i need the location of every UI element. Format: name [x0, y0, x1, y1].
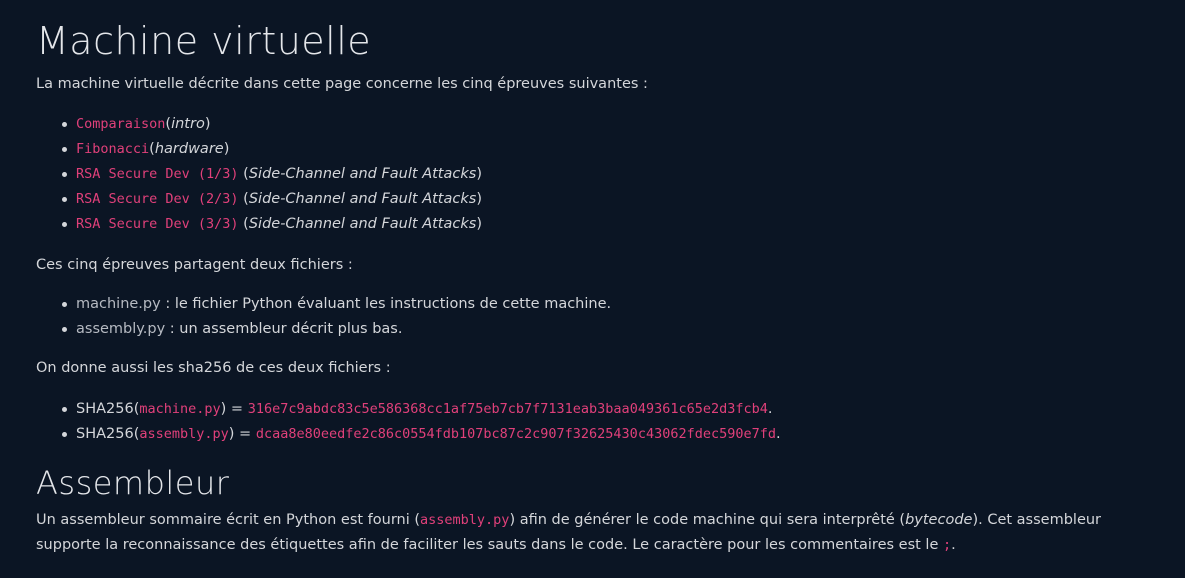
inline-code-assembly: assembly.py: [420, 512, 510, 528]
list-item: RSA Secure Dev (2/3) (Side-Channel and F…: [62, 187, 482, 212]
files-intro-paragraph: Ces cinq épreuves partagent deux fichier…: [36, 257, 353, 273]
assembler-paragraph: Un assembleur sommaire écrit en Python e…: [36, 508, 1146, 558]
challenges-list: Comparaison(intro) Fibonacci(hardware) R…: [62, 112, 482, 237]
hash-equals: ) =: [220, 401, 248, 417]
challenge-category: Side-Channel and Fault Attacks: [248, 216, 477, 232]
hash-file-name: machine.py: [139, 401, 221, 417]
challenge-link[interactable]: RSA Secure Dev (3/3): [76, 216, 239, 232]
challenge-link[interactable]: RSA Secure Dev (2/3): [76, 191, 239, 207]
list-item: Comparaison(intro): [62, 112, 482, 137]
paren: ): [476, 191, 482, 207]
challenge-link[interactable]: RSA Secure Dev (1/3): [76, 166, 239, 182]
text-span: ) afin de générer le code machine qui se…: [509, 512, 906, 528]
hash-equals: ) =: [228, 426, 256, 442]
paren: ): [476, 166, 482, 182]
heading-assembleur: Assembleur: [36, 464, 230, 502]
file-link-assembly[interactable]: assembly.py: [76, 321, 165, 337]
hash-prefix: SHA256(: [76, 426, 140, 442]
list-item: assembly.py : un assembleur décrit plus …: [61, 317, 611, 342]
hashes-list: SHA256(machine.py) = 316e7c9abdc83c5e586…: [62, 397, 781, 447]
file-link-machine[interactable]: machine.py: [76, 296, 161, 312]
list-item: RSA Secure Dev (3/3) (Side-Channel and F…: [62, 212, 482, 237]
text-span: Un assembleur sommaire écrit en Python e…: [36, 512, 421, 528]
paren: ): [223, 141, 230, 157]
challenge-category: hardware: [154, 141, 224, 157]
hash-value: 316e7c9abdc83c5e586368cc1af75eb7cb7f7131…: [247, 401, 768, 417]
list-item: SHA256(assembly.py) = dcaa8e80eedfe2c86c…: [62, 422, 781, 447]
list-item: machine.py : le fichier Python évaluant …: [61, 292, 612, 317]
challenge-category: Side-Channel and Fault Attacks: [248, 191, 477, 207]
hash-suffix: .: [775, 426, 781, 442]
file-description: : un assembleur décrit plus bas.: [165, 321, 403, 337]
hash-value: dcaa8e80eedfe2c86c0554fdb107bc87c2c907f3…: [255, 426, 776, 442]
hash-suffix: .: [767, 401, 773, 417]
hash-prefix: SHA256(: [76, 401, 140, 417]
files-list: machine.py : le fichier Python évaluant …: [61, 292, 612, 342]
paren: ): [476, 216, 482, 232]
intro-paragraph: La machine virtuelle décrite dans cette …: [36, 76, 648, 92]
list-item: SHA256(machine.py) = 316e7c9abdc83c5e586…: [62, 397, 781, 422]
inline-code-comment-char: ;: [942, 537, 952, 553]
list-item: RSA Secure Dev (1/3) (Side-Channel and F…: [62, 162, 482, 187]
term-bytecode: bytecode: [905, 512, 973, 528]
file-description: : le fichier Python évaluant les instruc…: [160, 296, 612, 312]
challenge-link[interactable]: Fibonacci: [76, 141, 149, 157]
challenge-link[interactable]: Comparaison: [76, 116, 165, 132]
sha-intro-paragraph: On donne aussi les sha256 de ces deux fi…: [36, 360, 391, 376]
challenge-category: Side-Channel and Fault Attacks: [248, 166, 477, 182]
text-span: .: [951, 537, 956, 553]
heading-machine-virtuelle: Machine virtuelle: [36, 19, 372, 63]
paren: ): [204, 116, 211, 132]
challenge-category: intro: [171, 116, 205, 132]
list-item: Fibonacci(hardware): [62, 137, 482, 162]
hash-file-name: assembly.py: [139, 426, 229, 442]
